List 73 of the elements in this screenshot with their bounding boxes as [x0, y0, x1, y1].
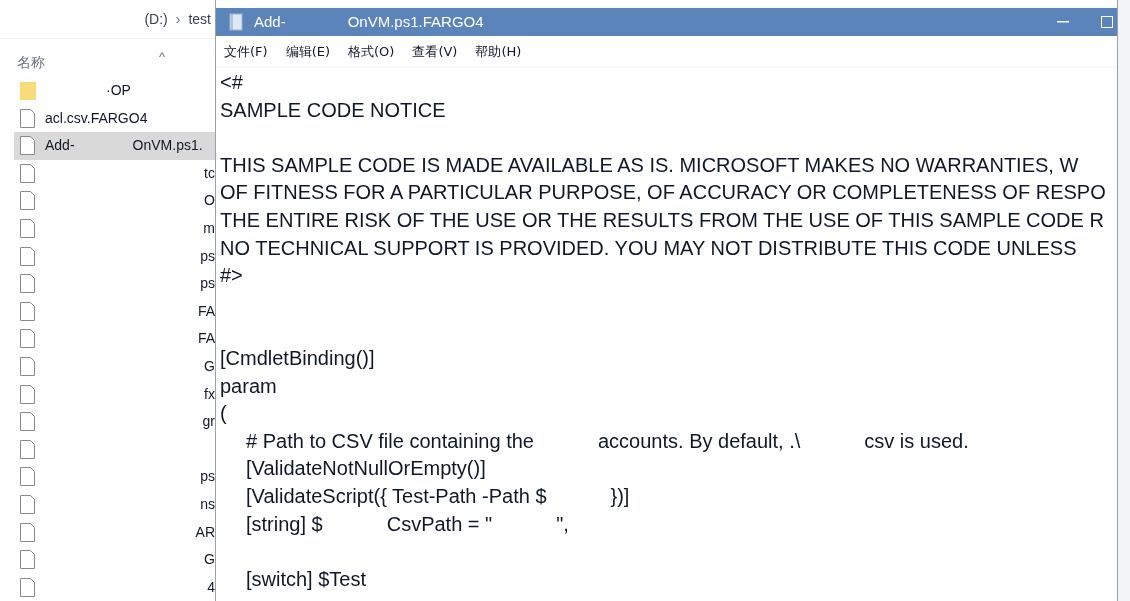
file-icon — [20, 136, 35, 156]
file-name[interactable]: tc — [204, 162, 215, 184]
code-text: ", — [556, 511, 569, 537]
breadcrumb-item[interactable]: test — [188, 8, 211, 30]
code-text: NO TECHNICAL SUPPORT IS PROVIDED. YOU MAY NOT DISTRIBUTE THIS CODE UNLESS — [220, 235, 1077, 261]
file-name[interactable]: 4 — [207, 576, 215, 598]
file-name[interactable]: ps — [200, 273, 215, 295]
file-icon — [20, 577, 35, 597]
code-text: accounts. By default, .\ — [597, 428, 801, 454]
menu-item[interactable]: 帮助(H) — [475, 41, 522, 62]
file-name[interactable]: ns — [200, 493, 215, 515]
window-title: OnVM.ps1.FARGO4 — [347, 11, 484, 32]
code-text: CsvPath = " — [386, 511, 493, 537]
code-text: csv is used. — [864, 428, 969, 454]
file-name[interactable]: AR — [195, 521, 215, 543]
file-name[interactable]: O — [204, 190, 215, 212]
code-text: [string] $ — [246, 511, 323, 537]
breadcrumb-item[interactable]: (D:) — [144, 8, 168, 30]
code-text: <# — [220, 70, 243, 95]
file-icon — [20, 108, 35, 128]
code-text: param — [220, 373, 277, 399]
file-icon — [20, 439, 35, 459]
file-icon — [20, 356, 35, 376]
menu-item[interactable]: 文件(F) — [224, 41, 268, 62]
file-icon — [20, 384, 35, 404]
code-text: [CmdletBinding()] — [220, 345, 375, 371]
folder-icon — [20, 80, 36, 101]
file-row[interactable]: Add- OnVM.ps1. — [14, 131, 215, 160]
file-icon — [20, 274, 35, 294]
file-name[interactable]: G — [204, 355, 215, 377]
menu-item[interactable]: 格式(O) — [348, 41, 395, 62]
file-icon — [20, 412, 35, 432]
menu-item[interactable]: 查看(V) — [412, 41, 458, 62]
file-name[interactable]: ·OP — [106, 80, 131, 101]
code-text: OF FITNESS FOR A PARTICULAR PURPOSE, OF ACCURACY OR COMPLETENESS OF RESPO — [220, 180, 1106, 206]
code-text: #> — [220, 263, 243, 289]
file-icon — [20, 550, 35, 570]
breadcrumb-separator: › — [175, 9, 181, 29]
file-icon — [20, 219, 35, 238]
code-text: [ValidateNotNullOrEmpty()] — [246, 456, 486, 482]
file-name[interactable]: acl.csv.FARGO4 — [45, 107, 148, 129]
code-text: [switch] $Test — [246, 566, 367, 592]
code-text: # Path to CSV file containing the — [246, 428, 534, 454]
file-name[interactable]: ps — [200, 245, 215, 267]
code-text: SAMPLE CODE NOTICE — [220, 97, 446, 123]
file-icon — [20, 163, 35, 183]
file-icon — [20, 494, 35, 514]
file-icon — [20, 301, 35, 321]
menu-item[interactable]: 编辑(E) — [285, 41, 330, 62]
file-name[interactable]: fx — [204, 383, 215, 405]
code-text: })] — [610, 483, 630, 509]
code-text: ( — [220, 401, 227, 427]
file-icon — [20, 329, 35, 349]
window-title: Add- — [254, 11, 286, 32]
sort-caret: ^ — [158, 48, 165, 67]
file-name[interactable]: FA — [197, 300, 215, 322]
file-icon — [20, 246, 35, 266]
file-name[interactable]: OnVM.ps1. — [132, 135, 203, 157]
file-name[interactable]: FA — [197, 328, 215, 350]
file-icon — [20, 522, 35, 542]
code-text: THIS SAMPLE CODE IS MADE AVAILABLE AS IS. MICROSOFT MAKES NO WARRANTIES, W — [220, 152, 1079, 178]
file-name[interactable]: G — [204, 549, 215, 571]
file-name[interactable]: ps — [200, 466, 215, 488]
notepad-icon — [228, 13, 244, 31]
file-icon — [20, 191, 35, 211]
file-name[interactable]: m — [203, 218, 215, 239]
code-text: [ValidateScript({ Test-Path -Path $ — [246, 483, 547, 509]
file-name[interactable]: Add- — [45, 135, 75, 157]
column-header[interactable]: 名称 — [17, 51, 45, 73]
file-name[interactable]: gr — [202, 411, 215, 433]
code-text: THE ENTIRE RISK OF THE USE OR THE RESULTS FROM THE USE OF THIS SAMPLE CODE R — [220, 207, 1104, 233]
file-icon — [20, 467, 35, 487]
maximize-icon[interactable] — [1101, 16, 1113, 28]
